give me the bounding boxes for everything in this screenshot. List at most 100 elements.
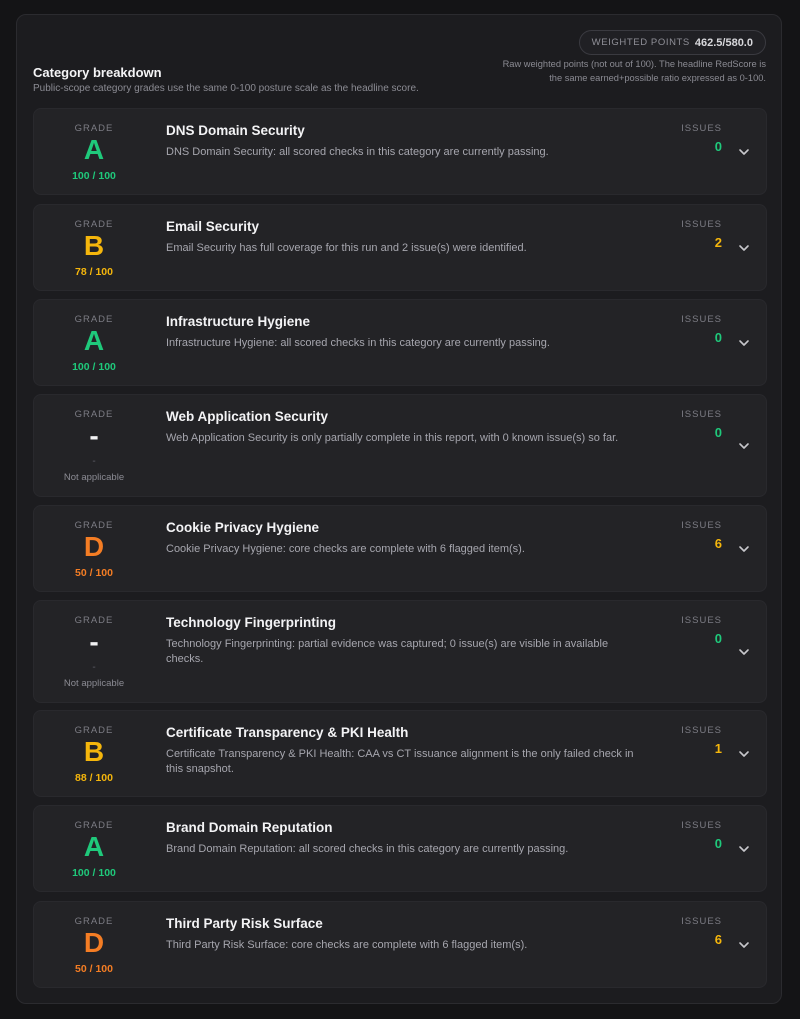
grade-score: -	[92, 662, 96, 673]
section-subtitle: Public-scope category grades use the sam…	[33, 83, 419, 94]
category-title: Technology Fingerprinting	[166, 615, 336, 630]
grade-score: 50 / 100	[75, 963, 113, 975]
issues-count: 0	[714, 631, 722, 646]
issues-count: 0	[714, 425, 722, 440]
category-card-web-application-security[interactable]: GRADE - - Not applicable Web Application…	[33, 394, 767, 497]
category-card-email-security[interactable]: GRADE B 78 / 100 Email Security Email Se…	[33, 204, 767, 291]
issues-label: ISSUES	[681, 820, 722, 831]
grade-label: GRADE	[74, 314, 114, 325]
weighted-points-note: Raw weighted points (not out of 100). Th…	[502, 59, 766, 83]
grade-label: GRADE	[74, 615, 114, 626]
chevron-down-icon[interactable]	[738, 543, 750, 555]
category-card-certificate-transparency[interactable]: GRADE B 88 / 100 Certificate Transparenc…	[33, 710, 767, 797]
grade-score: 100 / 100	[72, 361, 116, 373]
grade-label: GRADE	[74, 520, 114, 531]
grade-label: GRADE	[74, 916, 114, 927]
grade-score: 100 / 100	[72, 170, 116, 182]
grade-column: GRADE B 78 / 100	[34, 205, 154, 290]
chevron-down-icon[interactable]	[738, 939, 750, 951]
category-title: Email Security	[166, 219, 260, 234]
grade-column: GRADE A 100 / 100	[34, 300, 154, 385]
weighted-points-value: 462.5/580.0	[694, 36, 753, 49]
issues-label: ISSUES	[681, 615, 722, 626]
grade-score: 78 / 100	[75, 266, 113, 278]
grade-letter: -	[89, 420, 99, 451]
category-title: Web Application Security	[166, 409, 329, 424]
grade-column: GRADE B 88 / 100	[34, 711, 154, 796]
category-title: DNS Domain Security	[166, 123, 305, 138]
chevron-down-icon[interactable]	[738, 843, 750, 855]
category-title: Certificate Transparency & PKI Health	[166, 725, 409, 740]
chevron-down-icon[interactable]	[738, 146, 750, 158]
grade-column: GRADE D 50 / 100	[34, 902, 154, 987]
grade-letter: D	[83, 531, 105, 562]
category-card-brand-domain-reputation[interactable]: GRADE A 100 / 100 Brand Domain Reputatio…	[33, 805, 767, 892]
grade-label: GRADE	[74, 123, 114, 134]
chevron-down-icon[interactable]	[738, 646, 750, 658]
grade-column: GRADE A 100 / 100	[34, 109, 154, 194]
chevron-down-icon[interactable]	[738, 440, 750, 452]
category-title: Infrastructure Hygiene	[166, 314, 311, 329]
category-description: DNS Domain Security: all scored checks i…	[166, 146, 549, 158]
panel-header: WEIGHTED POINTS 462.5/580.0 Raw weighted…	[17, 15, 781, 107]
not-applicable-label: Not applicable	[63, 678, 125, 689]
grade-label: GRADE	[74, 725, 114, 736]
category-breakdown-panel: WEIGHTED POINTS 462.5/580.0 Raw weighted…	[16, 14, 782, 1004]
grade-letter: B	[83, 736, 105, 767]
grade-score: -	[92, 456, 96, 467]
issues-count: 0	[714, 836, 722, 851]
weighted-points-label: WEIGHTED POINTS	[591, 37, 690, 48]
issues-label: ISSUES	[681, 219, 722, 230]
grade-label: GRADE	[74, 219, 114, 230]
issues-label: ISSUES	[681, 409, 722, 420]
issues-count: 2	[714, 235, 722, 250]
issues-count: 6	[714, 536, 722, 551]
weighted-points-badge: WEIGHTED POINTS 462.5/580.0	[578, 30, 766, 55]
category-description: Web Application Security is only partial…	[166, 432, 619, 444]
grade-score: 100 / 100	[72, 867, 116, 879]
grade-letter: D	[83, 927, 105, 958]
grade-label: GRADE	[74, 820, 114, 831]
category-description: Email Security has full coverage for thi…	[166, 242, 527, 254]
grade-column: GRADE - - Not applicable	[34, 601, 154, 702]
grade-letter: A	[83, 831, 105, 862]
category-card-infrastructure-hygiene[interactable]: GRADE A 100 / 100 Infrastructure Hygiene…	[33, 299, 767, 386]
category-title: Brand Domain Reputation	[166, 820, 333, 835]
category-description: Brand Domain Reputation: all scored chec…	[166, 843, 569, 855]
issues-count: 0	[714, 330, 722, 345]
issues-label: ISSUES	[681, 123, 722, 134]
section-title: Category breakdown	[33, 65, 162, 80]
grade-letter: A	[83, 325, 105, 356]
issues-label: ISSUES	[681, 520, 722, 531]
grade-column: GRADE - - Not applicable	[34, 395, 154, 496]
issues-label: ISSUES	[681, 725, 722, 736]
grade-column: GRADE A 100 / 100	[34, 806, 154, 891]
issues-label: ISSUES	[681, 916, 722, 927]
issues-count: 1	[714, 741, 722, 756]
category-description: Infrastructure Hygiene: all scored check…	[166, 337, 550, 349]
grade-score: 88 / 100	[75, 772, 113, 784]
category-description: Cookie Privacy Hygiene: core checks are …	[166, 543, 525, 555]
category-title: Cookie Privacy Hygiene	[166, 520, 320, 535]
issues-count: 0	[714, 139, 722, 154]
grade-letter: B	[83, 230, 105, 261]
category-card-technology-fingerprinting[interactable]: GRADE - - Not applicable Technology Fing…	[33, 600, 767, 703]
grade-letter: A	[83, 134, 105, 165]
category-description: Certificate Transparency & PKI Health: C…	[166, 748, 634, 775]
chevron-down-icon[interactable]	[738, 337, 750, 349]
category-card-dns-domain-security[interactable]: GRADE A 100 / 100 DNS Domain Security DN…	[33, 108, 767, 195]
grade-letter: -	[89, 626, 99, 657]
chevron-down-icon[interactable]	[738, 242, 750, 254]
category-description: Third Party Risk Surface: core checks ar…	[166, 939, 528, 951]
category-card-cookie-privacy-hygiene[interactable]: GRADE D 50 / 100 Cookie Privacy Hygiene …	[33, 505, 767, 592]
issues-count: 6	[714, 932, 722, 947]
category-description: Technology Fingerprinting: partial evide…	[166, 638, 609, 665]
issues-label: ISSUES	[681, 314, 722, 325]
category-title: Third Party Risk Surface	[166, 916, 323, 931]
chevron-down-icon[interactable]	[738, 748, 750, 760]
grade-label: GRADE	[74, 409, 114, 420]
category-card-third-party-risk-surface[interactable]: GRADE D 50 / 100 Third Party Risk Surfac…	[33, 901, 767, 988]
grade-score: 50 / 100	[75, 567, 113, 579]
not-applicable-label: Not applicable	[63, 472, 125, 483]
grade-column: GRADE D 50 / 100	[34, 506, 154, 591]
